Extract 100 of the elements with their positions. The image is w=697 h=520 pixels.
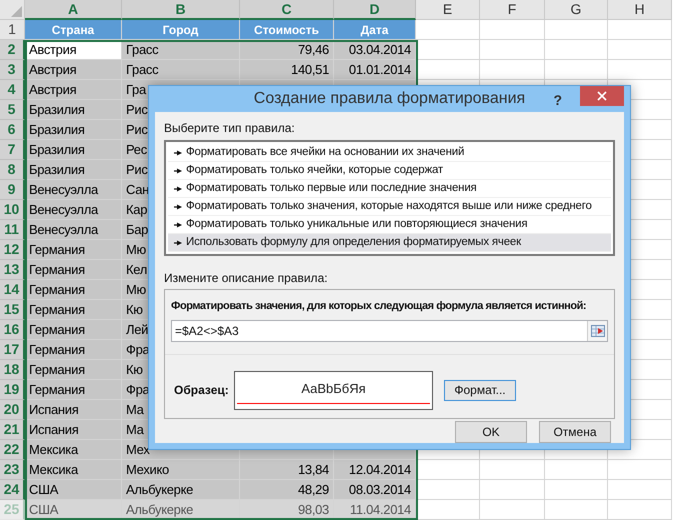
format-button[interactable]: Формат... (444, 380, 516, 400)
grid-cell[interactable]: Германия (25, 360, 122, 380)
grid-cell[interactable]: 13,84 (240, 460, 334, 480)
column-header[interactable]: G (545, 0, 608, 20)
grid-cell[interactable]: Венесуэлла (25, 200, 122, 220)
row-header[interactable]: 18 (0, 360, 25, 380)
row-header[interactable]: 9 (0, 180, 25, 200)
cell-text: Бразилия (29, 123, 85, 136)
grid-cell[interactable]: Венесуэлла (25, 180, 122, 200)
grid-cell[interactable]: 140,51 (240, 60, 334, 80)
grid-cell[interactable]: Грасс (122, 60, 240, 80)
range-select-icon (590, 324, 604, 336)
grid-cell[interactable]: Альбукерке (122, 500, 240, 520)
column-header[interactable]: C (240, 0, 334, 20)
grid-cell[interactable]: Бразилия (25, 160, 122, 180)
grid-cell[interactable]: Венесуэлла (25, 220, 122, 240)
grid-cell[interactable]: Альбукерке (122, 480, 240, 500)
dialog-button[interactable]: Отмена (539, 421, 611, 443)
grid-cell[interactable]: Испания (25, 420, 122, 440)
grid-cell[interactable]: Австрия (25, 80, 122, 100)
grid-cell[interactable]: 11.04.2014 (334, 500, 416, 520)
column-header[interactable]: E (416, 0, 480, 20)
cell-text: США (29, 483, 58, 496)
cell-text: Австрия (29, 43, 76, 56)
row-header[interactable]: 6 (0, 120, 25, 140)
cell-text: Мю (126, 243, 146, 256)
close-button[interactable] (580, 86, 624, 106)
rule-type-item[interactable]: Форматировать только ячейки, которые содержат (168, 162, 611, 180)
cell-text: 11.04.2014 (350, 503, 411, 516)
rule-type-item[interactable]: Форматировать только значения, которые находятся выше или ниже среднего (168, 198, 611, 216)
rule-type-item[interactable]: Форматировать только уникальные или повторяющиеся значения (168, 216, 611, 234)
grid-cell[interactable]: Германия (25, 260, 122, 280)
select-all-corner[interactable] (0, 0, 25, 20)
cell-text: Альбукерке (126, 483, 194, 496)
grid-cell[interactable]: США (25, 480, 122, 500)
row-header[interactable]: 14 (0, 280, 25, 300)
rule-type-item[interactable]: Использовать формулу для определения форматируемых ячеек (168, 234, 611, 252)
rule-type-item[interactable]: Форматировать все ячейки на основании их значений (168, 144, 611, 162)
grid-cell[interactable]: Германия (25, 240, 122, 260)
column-header[interactable]: B (122, 0, 240, 20)
row-header[interactable]: 2 (0, 40, 25, 60)
row-header[interactable]: 8 (0, 160, 25, 180)
row-header[interactable]: 24 (0, 480, 25, 500)
row-header[interactable]: 20 (0, 400, 25, 420)
row-header[interactable]: 7 (0, 140, 25, 160)
cell-text: Мексика (29, 443, 78, 456)
row-header[interactable]: 16 (0, 320, 25, 340)
grid-cell[interactable]: Германия (25, 280, 122, 300)
grid-cell[interactable]: 03.04.2014 (334, 40, 416, 60)
grid-cell[interactable]: Мехико (122, 460, 240, 480)
row-header[interactable]: 13 (0, 260, 25, 280)
row-header[interactable]: 10 (0, 200, 25, 220)
grid-cell[interactable]: Мексика (25, 440, 122, 460)
help-button[interactable]: ? (553, 90, 562, 111)
grid-cell[interactable]: Бразилия (25, 140, 122, 160)
grid-cell[interactable]: 12.04.2014 (334, 460, 416, 480)
grid-cell[interactable]: Испания (25, 400, 122, 420)
row-header[interactable]: 23 (0, 460, 25, 480)
row-header[interactable]: 3 (0, 60, 25, 80)
row-header[interactable]: 17 (0, 340, 25, 360)
collapse-range-button[interactable] (587, 320, 607, 340)
rule-type-item[interactable]: Форматировать только первые или последние значения (168, 180, 611, 198)
cell-text: 98,03 (298, 503, 329, 516)
column-header[interactable]: A (25, 0, 122, 20)
grid-cell[interactable]: Германия (25, 380, 122, 400)
row-header[interactable]: 22 (0, 440, 25, 460)
row-header[interactable]: 1 (0, 20, 25, 40)
cell-text: Венесуэлла (29, 183, 98, 196)
grid-cell[interactable]: Грасс (122, 40, 240, 60)
grid-cell[interactable]: 98,03 (240, 500, 334, 520)
row-header[interactable]: 19 (0, 380, 25, 400)
row-header[interactable]: 21 (0, 420, 25, 440)
cell-text: Кел (126, 263, 148, 276)
row-header[interactable]: 15 (0, 300, 25, 320)
cell-text: Испания (29, 403, 78, 416)
section-label: Измените описание правила: (164, 270, 329, 286)
cell-text: Ма (126, 423, 144, 436)
row-header[interactable]: 11 (0, 220, 25, 240)
column-header[interactable]: F (480, 0, 545, 20)
column-header[interactable]: H (608, 0, 672, 20)
cell-text: Венесуэлла (29, 203, 98, 216)
grid-cell[interactable]: 79,46 (240, 40, 334, 60)
row-header[interactable]: 12 (0, 240, 25, 260)
grid-cell[interactable]: Мексика (25, 460, 122, 480)
formula-field[interactable]: =$A2<>$A3 (171, 320, 608, 342)
grid-cell[interactable]: Бразилия (25, 120, 122, 140)
grid-cell[interactable]: Германия (25, 300, 122, 320)
grid-cell[interactable]: Германия (25, 320, 122, 340)
grid-cell[interactable]: Германия (25, 340, 122, 360)
cell-text: Австрия (29, 63, 76, 76)
grid-cell[interactable]: 48,29 (240, 480, 334, 500)
cell-text: Германия (29, 323, 85, 336)
grid-cell[interactable]: 01.01.2014 (334, 60, 416, 80)
grid-cell[interactable]: Бразилия (25, 100, 122, 120)
row-header[interactable]: 5 (0, 100, 25, 120)
grid-cell[interactable]: Австрия (25, 60, 122, 80)
grid-cell[interactable]: 08.03.2014 (334, 480, 416, 500)
row-header[interactable]: 4 (0, 80, 25, 100)
dialog-button[interactable]: OK (455, 421, 527, 443)
column-header[interactable]: D (334, 0, 416, 20)
